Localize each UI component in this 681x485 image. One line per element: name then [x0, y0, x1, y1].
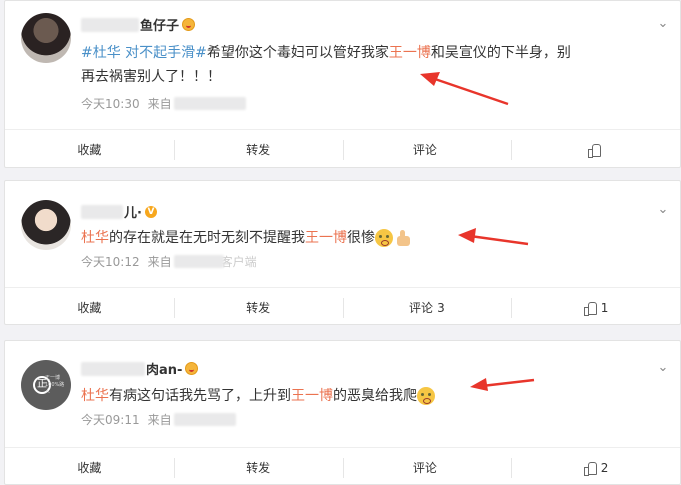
topic-tag[interactable]: #杜华 对不起手滑# [81, 45, 207, 61]
timestamp[interactable]: 今天09:11 [81, 411, 140, 428]
avatar[interactable] [21, 13, 71, 63]
redacted-name [81, 204, 123, 219]
like-button[interactable]: 2 [511, 448, 680, 485]
thumbs-up-icon [587, 143, 601, 158]
repost-button[interactable]: 转发 [173, 288, 343, 327]
annotation-arrow-icon [420, 72, 509, 106]
thumbs-up-icon [583, 461, 597, 476]
timestamp[interactable]: 今天10:12 [81, 253, 140, 270]
avatar[interactable]: 正 王一博 100%路人 [21, 360, 71, 410]
redacted-source [173, 255, 224, 268]
like-button[interactable]: 1 [511, 288, 680, 327]
avatar[interactable] [21, 200, 71, 250]
mention-name[interactable]: 杜华 [81, 388, 109, 404]
weibo-post-1: 鱼仔子 ⌄ #杜华 对不起手滑#希望你这个毒妇可以管好我家王一博和吴宣仪的下半身… [4, 0, 681, 168]
action-bar: 收藏 转发 评论 [5, 129, 680, 169]
favorite-button[interactable]: 收藏 [5, 288, 174, 327]
username[interactable]: 儿· V [81, 202, 157, 221]
scared-face-emoji-icon [417, 387, 435, 405]
action-bar: 收藏 转发 评论 3 1 [5, 287, 680, 327]
chevron-down-icon[interactable]: ⌄ [656, 203, 670, 217]
post-meta: 今天10:12 来自 客户端 [81, 253, 257, 270]
weibo-post-2: 儿· V ⌄ 杜华的存在就是在无时无刻不提醒我王一博很惨 今天10:12 来自 … [4, 180, 681, 325]
username[interactable]: 鱼仔子 [81, 15, 196, 34]
thumbs-up-icon [583, 301, 597, 316]
crown-badge-icon [185, 362, 199, 375]
redacted-source [173, 97, 246, 110]
post-meta: 今天09:11 来自 [81, 411, 237, 428]
mention-name[interactable]: 王一博 [291, 388, 333, 404]
redacted-name [81, 17, 139, 32]
repost-button[interactable]: 转发 [173, 130, 343, 169]
mention-name[interactable]: 杜华 [81, 230, 109, 246]
repost-button[interactable]: 转发 [173, 448, 343, 485]
redacted-name [81, 361, 145, 376]
verified-v-icon: V [144, 205, 157, 218]
chevron-down-icon[interactable]: ⌄ [656, 361, 670, 375]
crying-face-emoji-icon [375, 229, 393, 247]
username[interactable]: 肉an- [81, 359, 199, 378]
avatar-caption: 王一博 100%路人 [45, 375, 65, 395]
favorite-button[interactable]: 收藏 [5, 130, 174, 169]
annotation-arrow-icon [470, 378, 535, 391]
comment-button[interactable]: 评论 3 [342, 288, 512, 327]
crown-badge-icon [182, 18, 196, 31]
chevron-down-icon[interactable]: ⌄ [656, 17, 670, 31]
mention-name[interactable]: 王一博 [305, 230, 347, 246]
comment-button[interactable]: 评论 [342, 130, 512, 169]
like-button[interactable] [511, 130, 680, 169]
weibo-post-3: 正 王一博 100%路人 肉an- ⌄ 杜华有病这句话我先骂了，上升到王一博的恶… [4, 340, 681, 485]
post-meta: 今天10:30 来自 [81, 95, 247, 112]
redacted-source [173, 413, 236, 426]
annotation-arrow-icon [458, 228, 529, 246]
favorite-button[interactable]: 收藏 [5, 448, 174, 485]
comment-button[interactable]: 评论 [342, 448, 512, 485]
mention-name[interactable]: 王一博 [389, 45, 431, 61]
action-bar: 收藏 转发 评论 2 [5, 447, 680, 485]
timestamp[interactable]: 今天10:30 [81, 95, 140, 112]
thumbs-up-emoji-icon [395, 229, 413, 247]
